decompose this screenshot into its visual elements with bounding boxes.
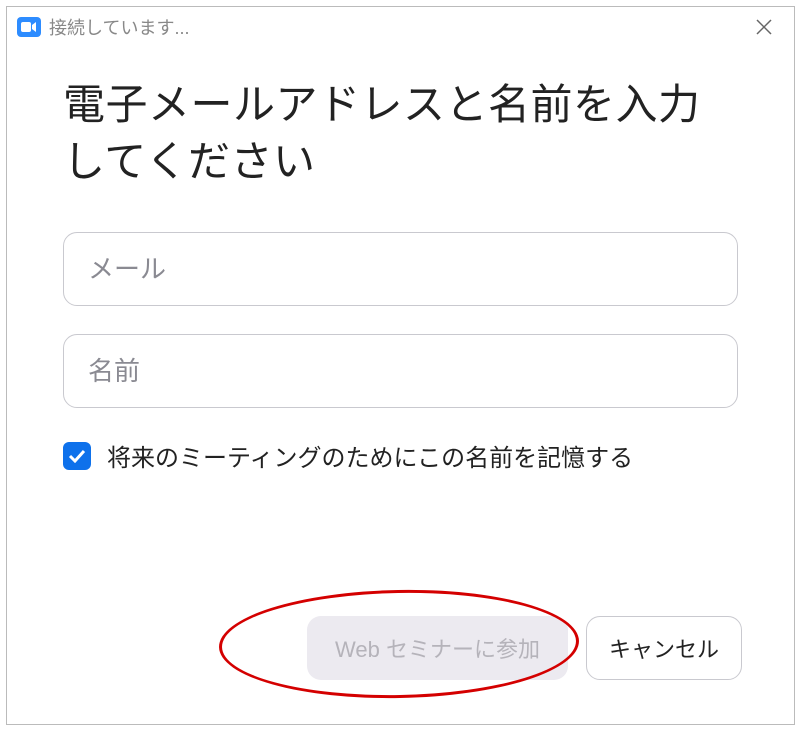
close-button[interactable] xyxy=(744,11,784,43)
join-webinar-button[interactable]: Web セミナーに参加 xyxy=(307,616,568,680)
name-field[interactable] xyxy=(63,334,738,408)
check-icon xyxy=(68,449,86,463)
close-icon xyxy=(755,18,773,36)
remember-row: 将来のミーティングのためにこの名前を記憶する xyxy=(63,438,738,473)
email-field[interactable] xyxy=(63,232,738,306)
page-title: 電子メールアドレスと名前を入力してください xyxy=(63,77,738,190)
title-status-text: 接続しています... xyxy=(49,14,744,40)
remember-label: 将来のミーティングのためにこの名前を記憶する xyxy=(107,438,633,473)
cancel-button[interactable]: キャンセル xyxy=(586,616,742,680)
titlebar: 接続しています... xyxy=(7,7,794,47)
remember-checkbox[interactable] xyxy=(63,442,91,470)
button-row: Web セミナーに参加 キャンセル xyxy=(307,616,742,680)
zoom-icon xyxy=(17,17,41,37)
dialog-window: 接続しています... 電子メールアドレスと名前を入力してください 将来のミーティ… xyxy=(6,6,795,725)
dialog-content: 電子メールアドレスと名前を入力してください 将来のミーティングのためにこの名前を… xyxy=(7,47,794,493)
